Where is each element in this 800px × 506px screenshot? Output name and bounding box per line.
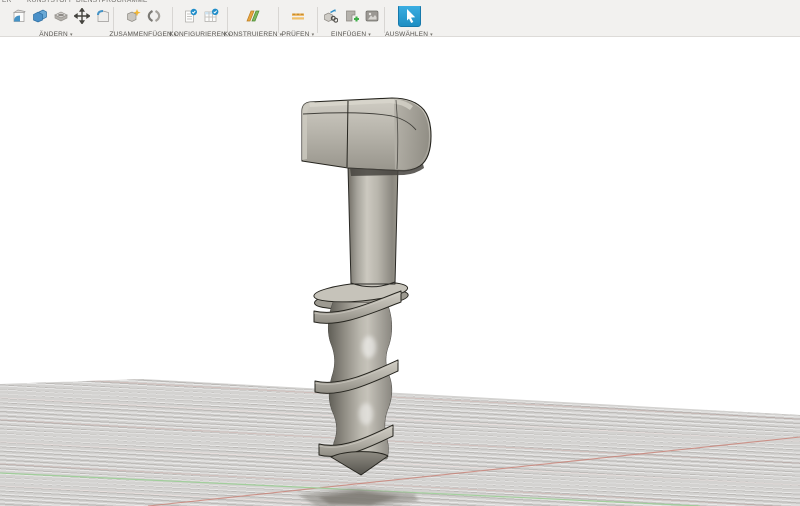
tab-solid-partial[interactable]: ER xyxy=(2,0,12,4)
group-aendern: ÄNDERN ▾ xyxy=(0,6,112,39)
group-konfigurieren-icons xyxy=(180,7,221,29)
toolbar-separator xyxy=(113,7,114,33)
group-pruefen: PRÜFEN ▾ xyxy=(280,6,316,39)
screw-tip-cone xyxy=(330,451,389,476)
group-einfuegen: EINFÜGEN ▾ xyxy=(319,6,383,39)
specular-highlight xyxy=(359,403,373,425)
group-einfuegen-icons xyxy=(320,7,382,29)
tab-kunststoff[interactable]: KUNSTSTOFF xyxy=(27,0,73,4)
move-copy-button[interactable] xyxy=(72,8,92,28)
move-arrows-icon xyxy=(73,8,91,28)
shaft xyxy=(347,165,399,285)
specular-highlight xyxy=(362,336,376,358)
press-pull-button[interactable] xyxy=(0,8,8,28)
model-shadow xyxy=(298,488,419,506)
fillet-icon xyxy=(11,8,27,28)
chevron-down-icon: ▾ xyxy=(430,32,433,38)
t-handle xyxy=(301,97,432,176)
group-zusammenfuegen: ZUSAMMENFÜGEN ▾ xyxy=(109,6,176,39)
dropdown-zusammenfuegen[interactable]: ZUSAMMENFÜGEN ▾ xyxy=(109,31,176,39)
group-zusammenfuegen-icons xyxy=(123,7,164,29)
model-ground-screw[interactable] xyxy=(301,97,432,476)
dropdown-konstruieren[interactable]: KONSTRUIEREN ▾ xyxy=(224,31,283,39)
combine-icon xyxy=(32,8,48,28)
joint-button[interactable] xyxy=(144,8,164,28)
toolbar-separator xyxy=(172,7,173,33)
dropdown-pruefen[interactable]: PRÜFEN ▾ xyxy=(282,31,315,39)
chevron-down-icon: ▾ xyxy=(69,32,73,38)
combine-button[interactable] xyxy=(30,8,50,28)
insert-mesh-icon xyxy=(343,8,359,28)
ribbon-toolbar: ER KUNSTSTOFF DIENSTPROGRAMME ÄNDERN ▾ Z… xyxy=(0,0,800,39)
group-konstruieren: KONSTRUIEREN ▾ xyxy=(224,6,282,39)
dropdown-auswaehlen[interactable]: AUSWÄHLEN ▾ xyxy=(385,31,433,39)
toolbar-separator xyxy=(278,7,279,33)
insert-mesh-button[interactable] xyxy=(341,8,361,28)
group-aendern-icons xyxy=(0,7,113,29)
measure-icon xyxy=(290,8,306,28)
shell-button[interactable] xyxy=(51,8,71,28)
insert-derive-icon xyxy=(322,8,339,28)
group-auswaehlen: AUSWÄHLEN ▾ xyxy=(385,5,433,39)
group-konstruieren-icons xyxy=(243,7,263,29)
construction-plane-icon xyxy=(245,8,261,28)
insert-derive-button[interactable] xyxy=(320,8,340,28)
chevron-down-icon: ▾ xyxy=(368,32,371,38)
canvas-image-icon xyxy=(364,8,380,28)
scene-overlay xyxy=(0,97,800,506)
configuration-button[interactable] xyxy=(180,8,200,28)
configuration-icon xyxy=(182,8,198,28)
dropdown-konfigurieren[interactable]: KONFIGURIEREN ▾ xyxy=(169,31,231,39)
shell-icon xyxy=(53,8,69,28)
canvas-button[interactable] xyxy=(362,8,382,28)
application-window: ER KUNSTSTOFF DIENSTPROGRAMME ÄNDERN ▾ Z… xyxy=(0,0,800,506)
dropdown-einfuegen[interactable]: EINFÜGEN ▾ xyxy=(331,31,371,39)
toolbar-separator xyxy=(384,7,385,33)
group-auswaehlen-icons xyxy=(397,5,422,31)
draft-icon xyxy=(95,8,111,28)
select-button[interactable] xyxy=(397,5,422,31)
toolbar-separator xyxy=(227,7,228,33)
select-cursor-icon xyxy=(397,5,421,31)
new-component-button[interactable] xyxy=(123,8,143,28)
configuration-table-button[interactable] xyxy=(201,8,221,28)
construction-plane-button[interactable] xyxy=(243,8,263,28)
configuration-table-icon xyxy=(203,8,219,28)
tab-dienstprogramme[interactable]: DIENSTPROGRAMME xyxy=(76,0,148,4)
chevron-down-icon: ▾ xyxy=(311,32,315,38)
3d-viewport-canvas[interactable] xyxy=(0,37,800,506)
press-pull-icon xyxy=(0,8,8,28)
toolbar-groups: ÄNDERN ▾ ZUSAMMENFÜGEN ▾ KONFIGURIEREN ▾… xyxy=(0,5,433,39)
joint-icon xyxy=(146,8,162,28)
measure-button[interactable] xyxy=(288,8,308,28)
dropdown-aendern[interactable]: ÄNDERN ▾ xyxy=(39,31,72,39)
draft-button[interactable] xyxy=(93,8,113,28)
new-component-icon xyxy=(125,8,141,28)
toolbar-separator xyxy=(317,7,318,33)
group-konfigurieren: KONFIGURIEREN ▾ xyxy=(169,6,231,39)
fillet-button[interactable] xyxy=(9,8,29,28)
group-pruefen-icons xyxy=(288,7,308,29)
